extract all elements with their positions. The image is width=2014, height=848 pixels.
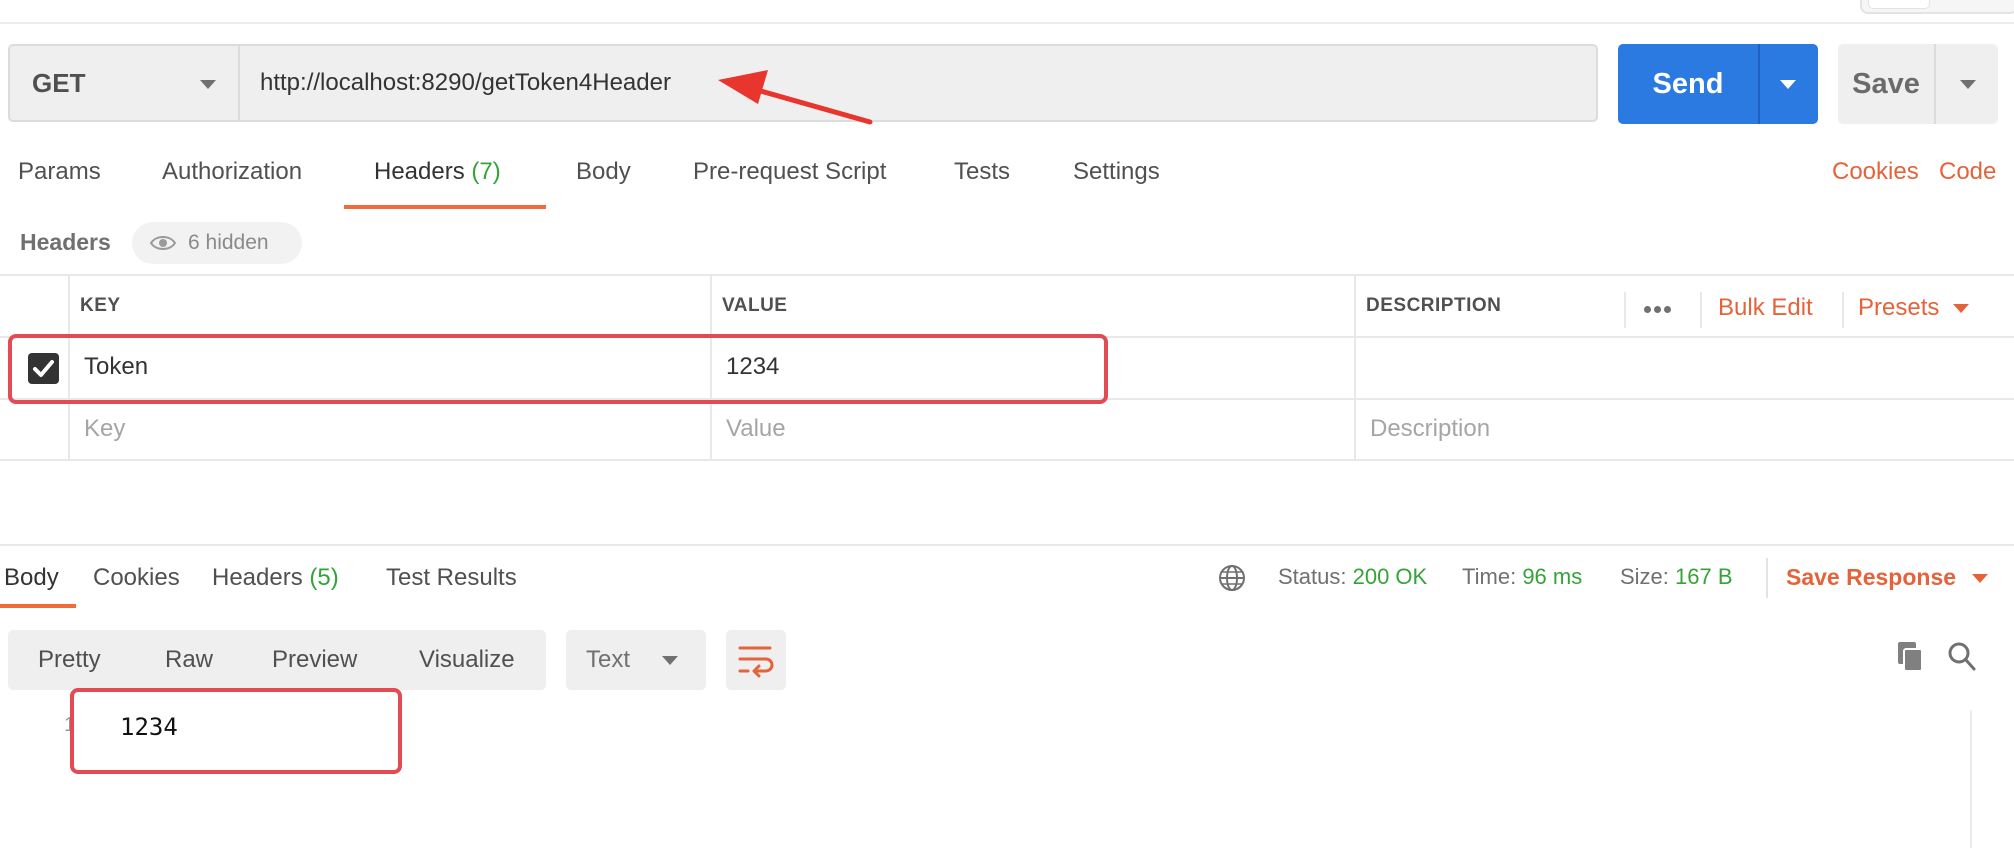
more-options-icon[interactable] (1644, 300, 1674, 318)
format-raw[interactable]: Raw (165, 630, 213, 690)
status-value: 200 OK (1352, 564, 1428, 589)
chevron-down-icon (1972, 574, 1989, 584)
window-control[interactable] (1860, 0, 2014, 14)
wrap-lines-button[interactable] (726, 630, 786, 690)
response-scrollbar[interactable] (1970, 710, 1972, 848)
language-select[interactable]: Text (566, 630, 706, 690)
save-options-chevron-icon[interactable] (1960, 80, 1976, 89)
send-button[interactable]: Send (1618, 44, 1818, 124)
table-toolbar-divider (1842, 292, 1844, 328)
chevron-down-icon (200, 80, 216, 89)
search-icon[interactable] (1946, 640, 1978, 674)
new-key-input[interactable]: Key (84, 415, 125, 443)
response-tab-headers-label: Headers (212, 564, 303, 591)
presets-label: Presets (1858, 294, 1940, 321)
bulk-edit-button[interactable]: Bulk Edit (1718, 294, 1813, 322)
code-link[interactable]: Code (1939, 158, 1996, 186)
save-divider (1934, 44, 1936, 124)
headers-section-label: Headers (20, 229, 111, 255)
response-tab-headers[interactable]: Headers (5) (212, 564, 339, 592)
time-readout: Time: 96 ms (1462, 564, 1582, 590)
response-active-tab-indicator (0, 604, 76, 608)
method-label: GET (32, 68, 86, 98)
table-toolbar-divider (1700, 292, 1702, 328)
tab-authorization[interactable]: Authorization (162, 158, 302, 186)
format-visualize[interactable]: Visualize (419, 630, 515, 690)
table-top-border (0, 274, 2014, 276)
status-readout: Status: 200 OK (1278, 564, 1427, 590)
table-bottom-border (0, 459, 2014, 461)
response-tab-cookies[interactable]: Cookies (93, 564, 180, 592)
method-select[interactable]: GET (8, 44, 238, 122)
column-header-description: DESCRIPTION (1366, 295, 1502, 316)
save-response-label: Save Response (1786, 564, 1957, 590)
size-label: Size: (1620, 564, 1669, 589)
chevron-down-icon (662, 656, 678, 665)
eye-icon (150, 236, 176, 250)
tab-headers-count: (7) (471, 158, 501, 185)
response-tab-headers-count: (5) (309, 564, 339, 591)
tab-headers[interactable]: Headers (7) (374, 158, 501, 186)
response-tab-body[interactable]: Body (4, 564, 59, 592)
column-header-key: KEY (80, 295, 121, 316)
send-divider (1758, 44, 1760, 124)
format-pretty[interactable]: Pretty (38, 630, 101, 690)
copy-icon[interactable] (1894, 640, 1926, 674)
cookies-link[interactable]: Cookies (1832, 158, 1919, 186)
size-value: 167 B (1675, 564, 1733, 589)
hidden-headers-toggle[interactable]: 6 hidden (132, 222, 302, 264)
active-tab-indicator (344, 205, 546, 209)
tab-pre-request-script[interactable]: Pre-request Script (693, 158, 886, 186)
wrap-lines-icon (738, 646, 774, 678)
column-header-value: VALUE (722, 295, 788, 316)
chevron-down-icon (1953, 304, 1970, 314)
presets-button[interactable]: Presets (1858, 294, 1970, 322)
tab-body[interactable]: Body (576, 158, 631, 186)
url-text: http://localhost:8290/getToken4Header (260, 69, 671, 96)
response-tab-test-results[interactable]: Test Results (386, 564, 517, 592)
table-col-divider (1354, 274, 1356, 460)
save-label: Save (1852, 68, 1920, 100)
format-switcher: Pretty Raw Preview Visualize (8, 630, 546, 690)
annotation-highlight-box (8, 334, 1108, 404)
annotation-highlight-box (70, 688, 402, 774)
language-select-label: Text (586, 646, 631, 673)
globe-icon[interactable] (1217, 563, 1247, 593)
hidden-count: 6 hidden (188, 231, 269, 254)
send-label: Send (1652, 68, 1724, 100)
new-description-input[interactable]: Description (1370, 415, 1490, 443)
send-options-chevron-icon[interactable] (1780, 80, 1796, 89)
new-value-input[interactable]: Value (726, 415, 786, 443)
tab-tests[interactable]: Tests (954, 158, 1010, 186)
tab-settings[interactable]: Settings (1073, 158, 1160, 186)
time-label: Time: (1462, 564, 1517, 589)
time-value: 96 ms (1522, 564, 1583, 589)
tab-headers-label: Headers (374, 158, 465, 185)
size-readout: Size: 167 B (1620, 564, 1733, 590)
status-divider (1766, 558, 1768, 598)
save-response-button[interactable]: Save Response (1786, 564, 1989, 591)
top-divider (0, 22, 2014, 24)
format-preview[interactable]: Preview (272, 630, 357, 690)
status-label: Status: (1278, 564, 1347, 589)
response-divider (0, 544, 2014, 546)
save-button[interactable]: Save (1838, 44, 1998, 124)
table-toolbar-divider (1624, 292, 1626, 328)
tab-params[interactable]: Params (18, 158, 101, 186)
url-input[interactable]: http://localhost:8290/getToken4Header (238, 44, 1598, 122)
